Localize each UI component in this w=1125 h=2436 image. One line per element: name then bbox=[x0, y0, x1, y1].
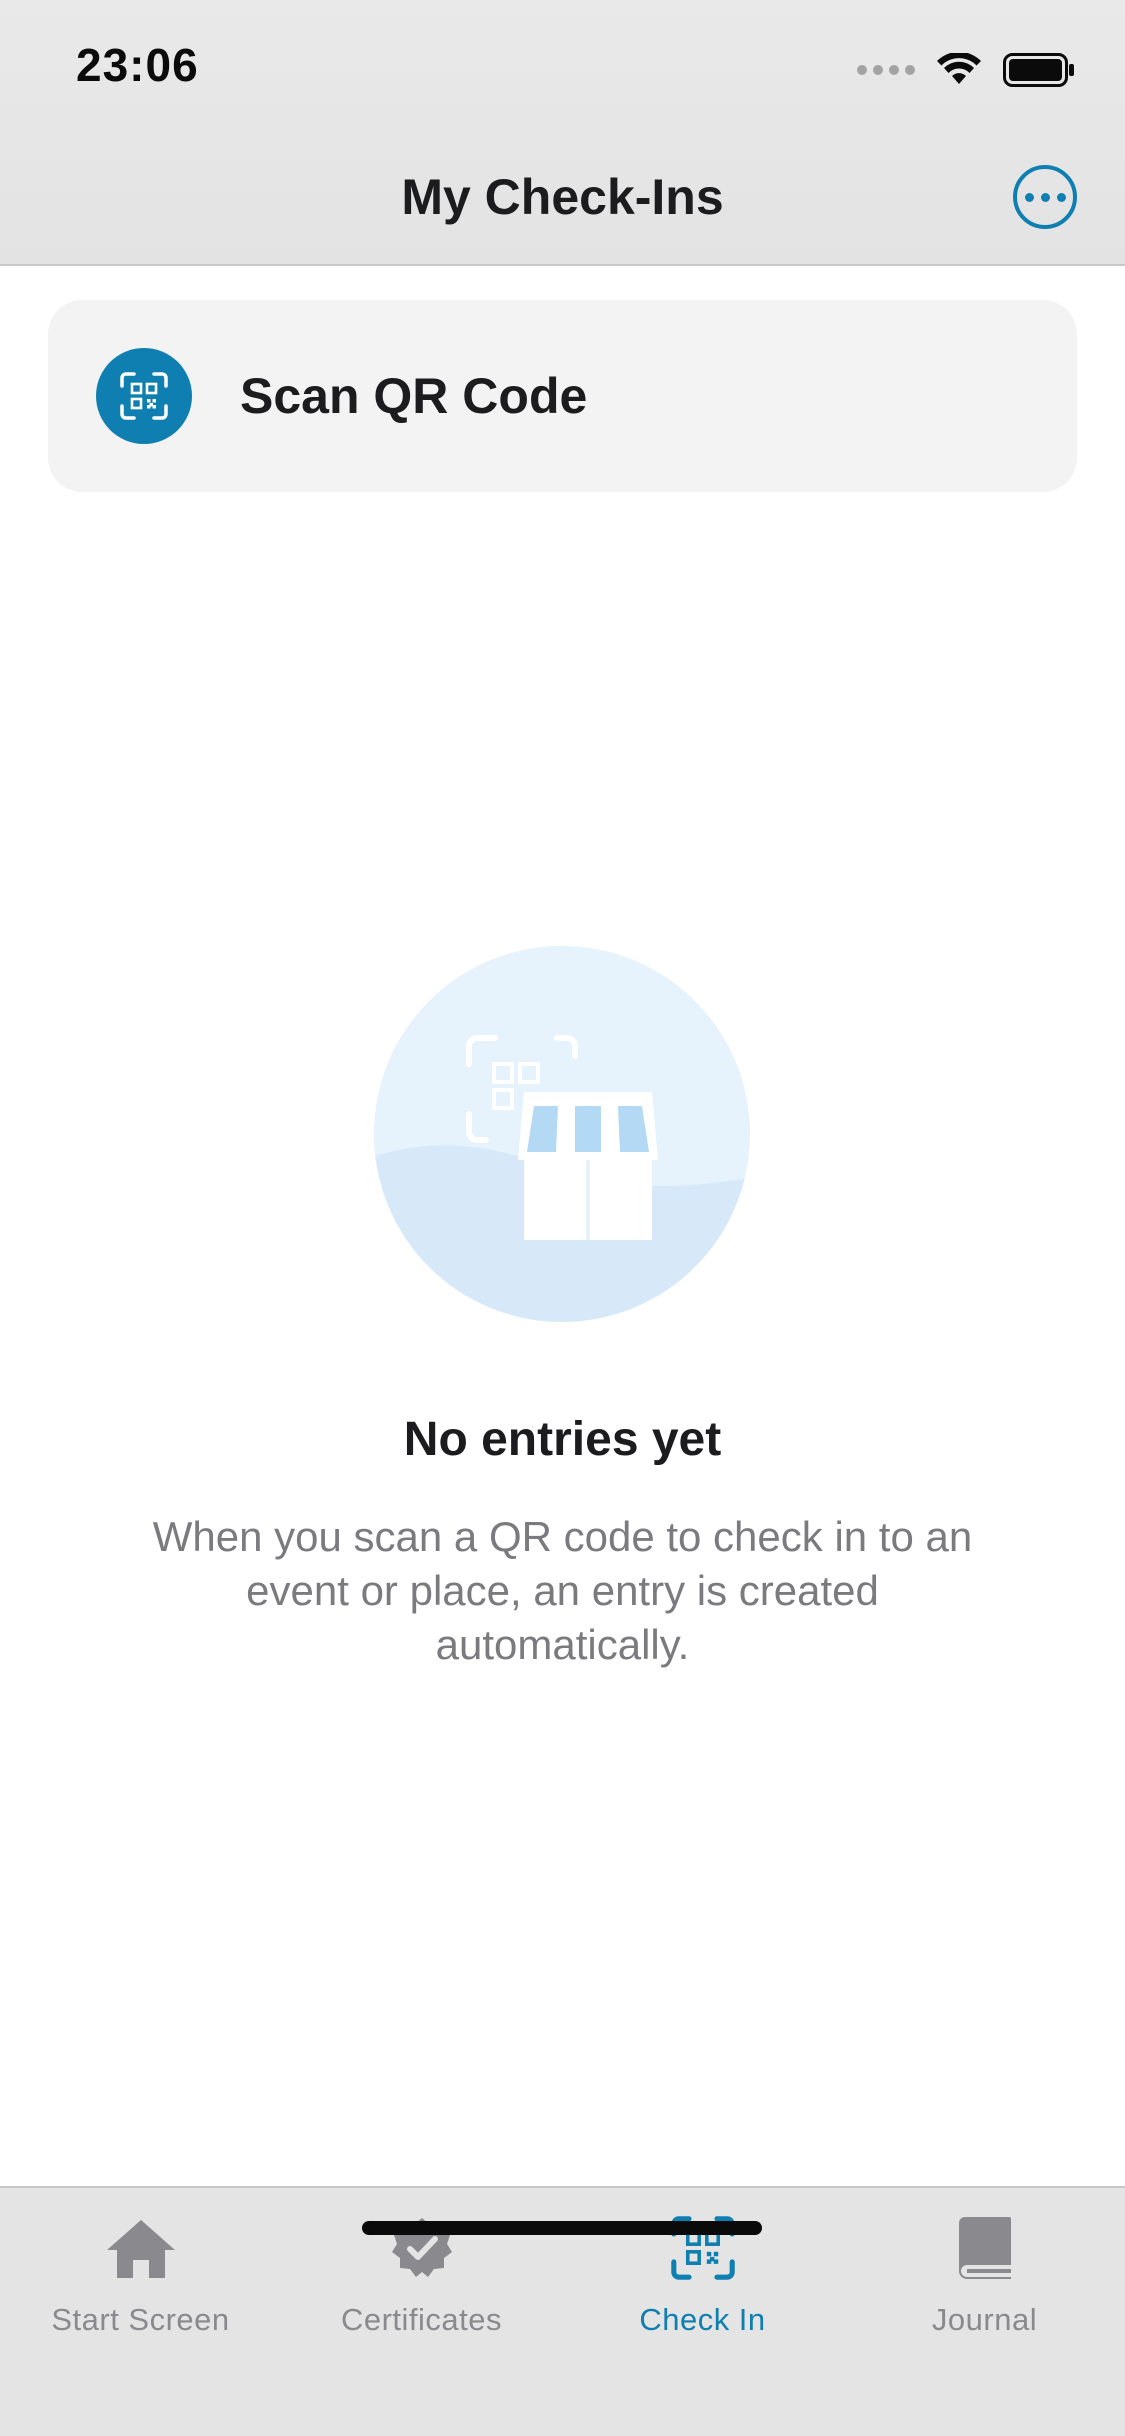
scan-qr-code-label: Scan QR Code bbox=[240, 368, 588, 424]
home-indicator[interactable] bbox=[362, 2221, 762, 2235]
more-options-button[interactable] bbox=[1013, 165, 1077, 229]
house-icon bbox=[101, 2212, 181, 2284]
wifi-icon bbox=[937, 53, 981, 84]
tab-label: Certificates bbox=[340, 2302, 503, 2337]
top-bar: 23:06 My Check-Ins bbox=[0, 0, 1125, 266]
ellipsis-circle-icon bbox=[1024, 192, 1034, 202]
book-icon bbox=[945, 2212, 1025, 2284]
tab-label: Start Screen bbox=[51, 2302, 230, 2337]
cellular-signal-icon bbox=[857, 65, 915, 75]
page-title: My Check-Ins bbox=[401, 169, 724, 225]
status-icons bbox=[857, 50, 1075, 90]
tab-label: Check In bbox=[639, 2302, 766, 2337]
tab-bar: Start Screen Certificates Check In Journ… bbox=[0, 2186, 1125, 2436]
screen: 23:06 My Check-Ins Scan QR Code No entri… bbox=[0, 0, 1125, 2436]
empty-state-description: When you scan a QR code to check in to a… bbox=[152, 1513, 973, 1668]
empty-state-title: No entries yet bbox=[403, 1413, 722, 1466]
storefront-qr-illustration bbox=[374, 946, 750, 1322]
status-time: 23:06 bbox=[76, 39, 199, 91]
tab-start-screen[interactable]: Start Screen bbox=[0, 2212, 281, 2338]
battery-icon bbox=[1003, 53, 1074, 87]
tab-journal[interactable]: Journal bbox=[844, 2212, 1125, 2338]
qr-scan-icon bbox=[96, 348, 192, 444]
scan-qr-code-button[interactable]: Scan QR Code bbox=[48, 300, 1077, 492]
tab-label: Journal bbox=[931, 2302, 1038, 2337]
